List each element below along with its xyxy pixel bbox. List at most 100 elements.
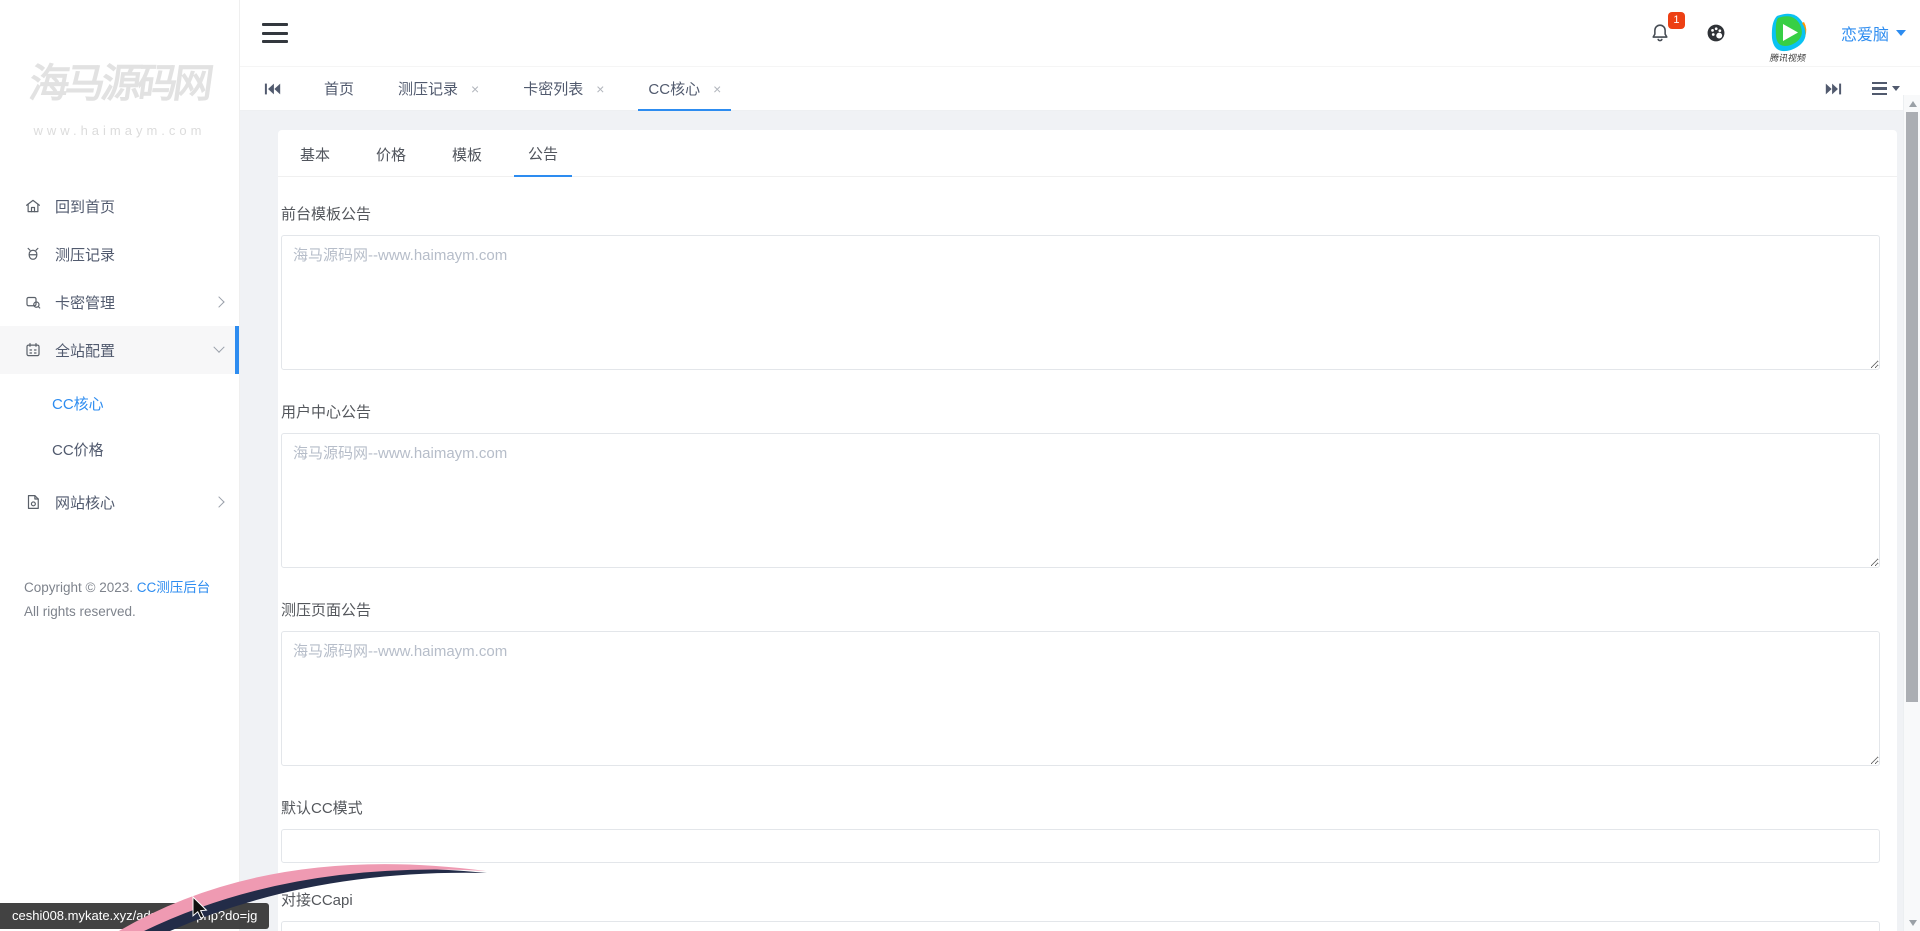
nav-tab-home[interactable]: 首页 <box>314 67 364 110</box>
card-key-icon <box>24 293 42 311</box>
brand-watermark-title: 海马源码网 <box>25 61 213 106</box>
sidebar-item-card-keys[interactable]: 卡密管理 <box>0 278 239 326</box>
field-label: 前台模板公告 <box>281 206 372 223</box>
caret-down-icon <box>1892 86 1900 91</box>
app-root: 海马源码网 www.haimaym.com 回到首页 测压记录 卡密管理 全站配… <box>0 0 1920 931</box>
copyright: Copyright © 2023. CC测压后台 All rights rese… <box>24 576 227 624</box>
sidebar-item-label: 全站配置 <box>55 342 116 360</box>
form-group: 对接CCapi <box>281 889 1880 931</box>
close-tab-icon[interactable]: × <box>471 82 479 96</box>
tab-price[interactable]: 价格 <box>362 131 420 177</box>
avatar-caption: 腾讯视频 <box>1769 53 1807 63</box>
sidebar-subitem-label: CC价格 <box>52 441 104 459</box>
tab-template[interactable]: 模板 <box>438 131 496 177</box>
vertical-scrollbar[interactable] <box>1903 95 1920 931</box>
tab-label: 公告 <box>528 145 559 163</box>
sidebar-item-records[interactable]: 测压记录 <box>0 230 239 278</box>
field-label: 默认CC模式 <box>281 800 363 817</box>
chevron-down-icon <box>213 341 225 353</box>
scroll-tabs-right-button[interactable] <box>1824 81 1846 97</box>
status-url-tooltip: ceshi008.mykate.xyz/admin/set.php?do=jg <box>0 903 270 929</box>
sidebar-item-label: 卡密管理 <box>55 294 116 312</box>
caret-down-icon <box>1896 30 1906 36</box>
site-config-icon <box>24 341 42 359</box>
nav-tab-label: 卡密列表 <box>523 81 584 98</box>
sidebar-toggle-button[interactable] <box>262 23 288 43</box>
sidebar-item-label: 回到首页 <box>55 198 116 216</box>
nav-tabs: 首页 测压记录 × 卡密列表 × CC核心 × <box>314 67 755 111</box>
close-tab-icon[interactable]: × <box>596 82 604 96</box>
sidebar-subitem-label: CC核心 <box>52 395 104 413</box>
main-column: 1 腾讯视频 恋爱脑 首页 测压记录 × 卡密列表 × CC核心 × 基本 价格… <box>240 0 1920 931</box>
copyright-link[interactable]: CC测压后台 <box>137 580 211 595</box>
brand-watermark: 海马源码网 www.haimaym.com <box>0 0 239 182</box>
tab-options-dropdown[interactable] <box>1872 81 1900 96</box>
chevron-right-icon <box>213 496 225 508</box>
tab-announcement[interactable]: 公告 <box>514 131 573 177</box>
nav-tab-cc-core[interactable]: CC核心 × <box>638 67 732 111</box>
sidebar-item-label: 测压记录 <box>55 246 116 264</box>
sidebar-item-label: 网站核心 <box>55 494 116 512</box>
tag-nav-right <box>1824 81 1900 97</box>
default-cc-mode-input[interactable] <box>281 829 1880 863</box>
arrow-down-icon <box>1908 919 1917 926</box>
form-group: 前台模板公告 <box>281 203 1880 375</box>
nav-tab-label: 首页 <box>324 81 355 98</box>
announcement-form: 前台模板公告 用户中心公告 测压页面公告 默认CC模式 <box>278 177 1897 931</box>
tencent-video-logo-icon <box>1771 13 1807 52</box>
sidebar-item-home[interactable]: 回到首页 <box>0 182 239 230</box>
brand-watermark-url: www.haimaym.com <box>33 122 206 138</box>
user-center-announcement-textarea[interactable] <box>281 433 1880 568</box>
sidebar-submenu: CC核心 CC价格 <box>0 374 239 478</box>
cc-api-input[interactable] <box>281 921 1880 931</box>
chevron-right-icon <box>213 296 225 308</box>
tab-basic[interactable]: 基本 <box>286 131 344 177</box>
theme-button[interactable] <box>1703 20 1729 46</box>
nav-tab-records[interactable]: 测压记录 × <box>388 67 489 110</box>
copyright-text: Copyright © 2023. <box>24 580 134 595</box>
field-label: 用户中心公告 <box>281 404 372 421</box>
avatar[interactable]: 腾讯视频 <box>1759 4 1817 63</box>
copyright-rights: All rights reserved. <box>24 604 136 619</box>
username: 恋爱脑 <box>1840 27 1889 44</box>
tag-nav-bar: 首页 测压记录 × 卡密列表 × CC核心 × <box>240 67 1920 111</box>
tab-label: 基本 <box>300 146 331 164</box>
scroll-tabs-left-button[interactable] <box>264 81 286 97</box>
top-header: 1 腾讯视频 恋爱脑 <box>240 0 1920 67</box>
arrow-up-icon <box>1908 100 1917 107</box>
sidebar-item-site-config[interactable]: 全站配置 <box>0 326 239 374</box>
sidebar-menu: 回到首页 测压记录 卡密管理 全站配置 CC核心 CC价格 网站核心 <box>0 182 239 526</box>
scrollbar-up-button[interactable] <box>1904 95 1920 112</box>
settings-card: 基本 价格 模板 公告 前台模板公告 海马源码网--www.haimaym.co… <box>278 130 1897 931</box>
form-group: 默认CC模式 <box>281 797 1880 863</box>
notification-badge: 1 <box>1667 12 1685 29</box>
front-template-announcement-textarea[interactable] <box>281 235 1880 370</box>
user-menu[interactable]: 恋爱脑 <box>1841 21 1906 45</box>
sidebar-subitem-cc-price[interactable]: CC价格 <box>0 426 239 472</box>
stress-page-announcement-textarea[interactable] <box>281 631 1880 766</box>
tab-label: 模板 <box>452 146 483 164</box>
field-label: 对接CCapi <box>281 892 353 909</box>
palette-icon <box>1707 24 1725 42</box>
content-area: 基本 价格 模板 公告 前台模板公告 海马源码网--www.haimaym.co… <box>240 111 1920 931</box>
form-group: 用户中心公告 <box>281 401 1880 573</box>
header-actions: 1 腾讯视频 恋爱脑 <box>1647 4 1906 63</box>
nav-tab-card-list[interactable]: 卡密列表 × <box>513 67 614 110</box>
field-label: 测压页面公告 <box>281 602 372 619</box>
tab-label: 价格 <box>376 146 407 164</box>
sidebar: 海马源码网 www.haimaym.com 回到首页 测压记录 卡密管理 全站配… <box>0 0 240 931</box>
nav-tab-label: 测压记录 <box>398 81 459 98</box>
stress-records-icon <box>24 245 42 263</box>
form-group: 测压页面公告 <box>281 599 1880 771</box>
home-icon <box>24 197 42 215</box>
list-icon <box>1872 81 1887 96</box>
scrollbar-thumb[interactable] <box>1906 112 1918 702</box>
notifications-button[interactable]: 1 <box>1647 12 1685 46</box>
sidebar-item-site-core[interactable]: 网站核心 <box>0 478 239 526</box>
close-tab-icon[interactable]: × <box>713 82 721 96</box>
settings-tabs: 基本 价格 模板 公告 <box>278 130 1897 177</box>
site-core-icon <box>24 493 42 511</box>
scrollbar-down-button[interactable] <box>1904 914 1920 931</box>
nav-tab-label: CC核心 <box>648 81 701 98</box>
sidebar-subitem-cc-core[interactable]: CC核心 <box>0 380 239 426</box>
